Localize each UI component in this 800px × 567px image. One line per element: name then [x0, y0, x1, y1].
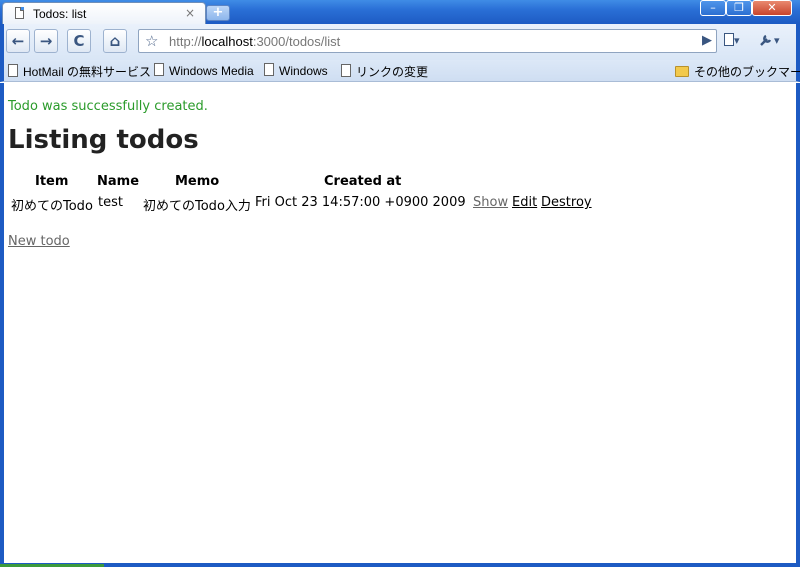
- other-bookmarks[interactable]: その他のブックマーク: [675, 63, 800, 80]
- page-icon: [8, 64, 18, 77]
- bookmark-label: Windows: [279, 64, 328, 78]
- destroy-link[interactable]: Destroy: [541, 195, 592, 210]
- forward-button[interactable]: →: [34, 29, 58, 53]
- column-header-memo: Memo: [175, 174, 220, 189]
- url-path: :3000/todos/list: [252, 34, 341, 49]
- page-icon: [341, 64, 351, 77]
- bookmark-hotmail[interactable]: HotMail の無料サービス: [8, 63, 151, 80]
- bookmark-windows-media[interactable]: Windows Media: [154, 63, 254, 78]
- wrench-menu-button[interactable]: ▾: [760, 30, 780, 48]
- go-icon[interactable]: ▶: [702, 33, 712, 48]
- column-header-name: Name: [97, 174, 140, 189]
- address-bar[interactable]: ☆ http://localhost:3000/todos/list ▶: [138, 29, 717, 53]
- window-frame-left: [0, 83, 4, 567]
- tab-title: Todos: list: [33, 7, 87, 21]
- cell-created-at: Fri Oct 23 14:57:00 +0900 2009: [255, 195, 466, 210]
- bookmark-label: リンクの変更: [356, 65, 429, 79]
- chevron-down-icon: ▾: [774, 34, 780, 47]
- bookmarks-bar: HotMail の無料サービス Windows Media Windows リン…: [0, 60, 800, 82]
- cell-item: 初めてのTodo: [11, 199, 93, 214]
- folder-icon: [675, 66, 689, 77]
- flash-notice: Todo was successfully created.: [8, 99, 208, 114]
- page-icon: [264, 63, 274, 76]
- back-button[interactable]: ←: [6, 29, 30, 53]
- new-tab-button[interactable]: +: [206, 5, 230, 21]
- cell-name: test: [98, 195, 123, 210]
- url-scheme: http://: [169, 34, 202, 49]
- bookmark-label: HotMail の無料サービス: [23, 65, 152, 79]
- other-bookmarks-label: その他のブックマーク: [694, 65, 800, 79]
- bookmark-windows[interactable]: Windows: [264, 63, 328, 78]
- restore-button[interactable]: ❐: [726, 0, 752, 16]
- close-button[interactable]: ✕: [752, 0, 792, 16]
- page-icon: [15, 7, 24, 19]
- page-title: Listing todos: [8, 125, 199, 155]
- window-frame-bottom: [0, 563, 800, 567]
- column-header-created-at: Created at: [324, 174, 402, 189]
- star-icon[interactable]: ☆: [145, 32, 158, 50]
- url-host: localhost: [201, 34, 253, 49]
- reload-button[interactable]: C: [67, 29, 91, 53]
- window-frame-right: [796, 83, 800, 567]
- browser-tab[interactable]: Todos: list ×: [2, 2, 206, 24]
- tab-close-icon[interactable]: ×: [185, 6, 195, 20]
- cell-memo: 初めてのTodo入力: [143, 199, 251, 214]
- home-button[interactable]: ⌂: [103, 29, 127, 53]
- new-todo-link[interactable]: New todo: [8, 234, 70, 249]
- minimize-button[interactable]: –: [700, 0, 726, 16]
- page-content: Todo was successfully created. Listing t…: [4, 83, 796, 563]
- show-link[interactable]: Show: [473, 195, 508, 210]
- address-url[interactable]: http://localhost:3000/todos/list: [169, 34, 340, 49]
- page-menu-icon: [724, 33, 734, 46]
- navigation-toolbar: ← → C ⌂ ☆ http://localhost:3000/todos/li…: [0, 24, 800, 60]
- column-header-item: Item: [35, 174, 69, 189]
- chevron-down-icon: ▾: [734, 34, 740, 47]
- page-menu-button[interactable]: ▾: [724, 30, 740, 48]
- title-bar: Todos: list × + – ❐ ✕: [0, 0, 800, 24]
- bookmark-link-change[interactable]: リンクの変更: [341, 63, 428, 80]
- page-icon: [154, 63, 164, 76]
- wrench-icon: [760, 34, 772, 46]
- bookmark-label: Windows Media: [169, 64, 254, 78]
- edit-link[interactable]: Edit: [512, 195, 537, 210]
